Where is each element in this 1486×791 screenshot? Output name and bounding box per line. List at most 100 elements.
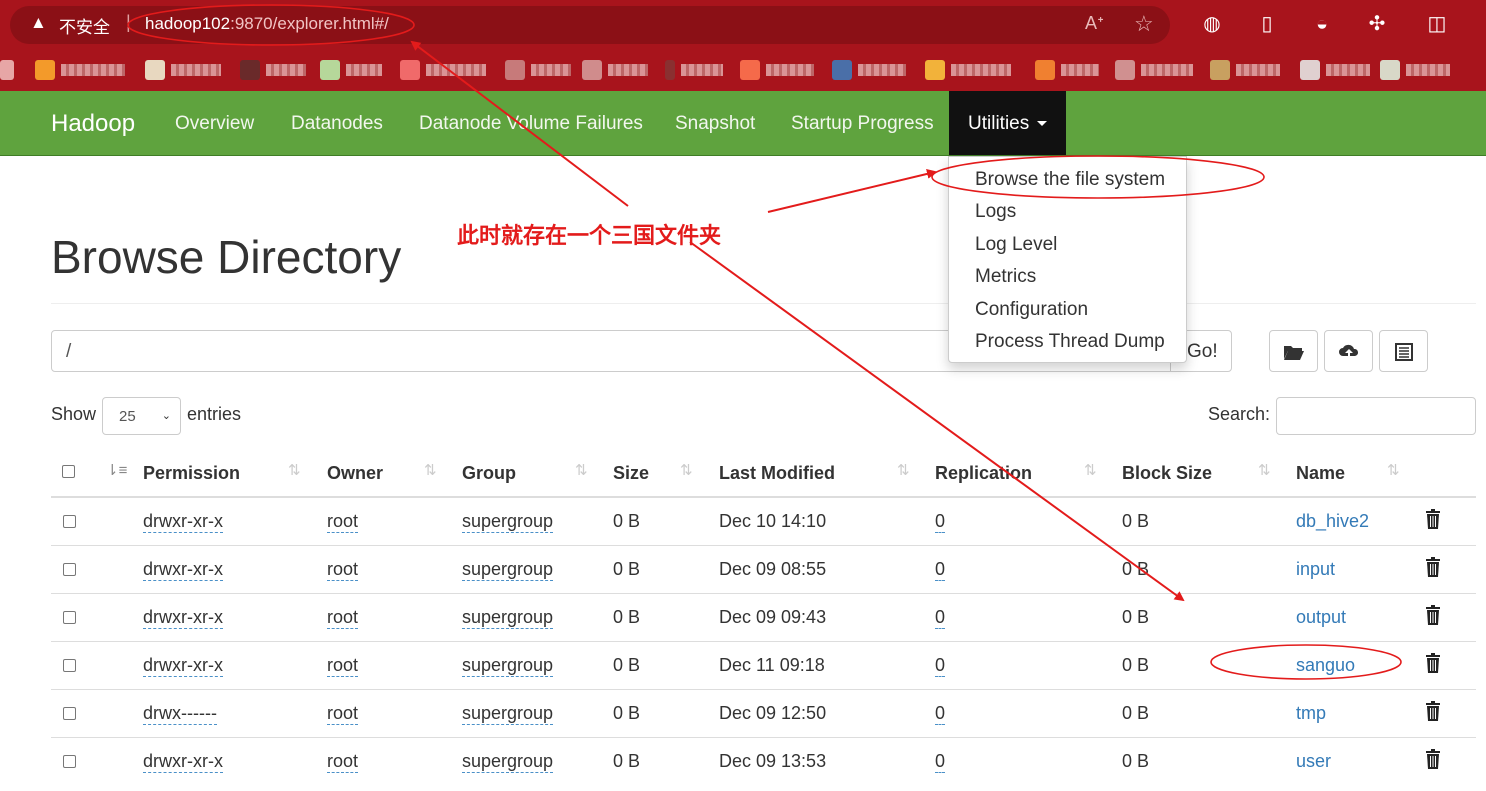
sort-icon[interactable]: ⇅: [1387, 461, 1400, 479]
cell-name-link[interactable]: output: [1296, 607, 1346, 628]
cell-name-link[interactable]: input: [1296, 559, 1335, 580]
cell-owner[interactable]: root: [327, 511, 359, 533]
menu-log-level[interactable]: Log Level: [975, 234, 1057, 256]
cell-owner[interactable]: root: [327, 703, 359, 725]
cell-replication[interactable]: 0: [935, 655, 946, 677]
cell-group[interactable]: supergroup: [462, 559, 554, 581]
sort-icon[interactable]: ⇂≡: [106, 461, 127, 479]
cell-replication[interactable]: 0: [935, 703, 946, 725]
cell-group[interactable]: supergroup: [462, 751, 554, 773]
header-replication[interactable]: Replication: [935, 463, 1032, 484]
trash-icon[interactable]: [1425, 701, 1441, 721]
cell-replication[interactable]: 0: [935, 751, 946, 773]
cell-replication[interactable]: 0: [935, 511, 946, 533]
menu-metrics[interactable]: Metrics: [975, 266, 1036, 288]
bookmark-item[interactable]: [1115, 59, 1193, 81]
bookmark-item[interactable]: [925, 59, 1011, 81]
trash-icon[interactable]: [1425, 653, 1441, 673]
bookmark-item[interactable]: [582, 59, 648, 81]
cell-permission[interactable]: drwxr-xr-x: [143, 751, 223, 773]
split-screen-icon[interactable]: ◫: [1425, 12, 1449, 36]
cell-owner[interactable]: root: [327, 559, 359, 581]
favorite-star-icon[interactable]: ☆: [1134, 11, 1154, 37]
sort-icon[interactable]: ⇅: [424, 461, 437, 479]
puzzle-icon[interactable]: ✣: [1365, 12, 1389, 36]
menu-process-thread-dump[interactable]: Process Thread Dump: [975, 331, 1165, 353]
bookmark-item[interactable]: [35, 59, 125, 81]
row-checkbox[interactable]: [63, 611, 76, 624]
nav-startup-progress[interactable]: Startup Progress: [791, 113, 934, 135]
nav-datanode-volume-failures[interactable]: Datanode Volume Failures: [419, 113, 643, 135]
header-permission[interactable]: Permission: [143, 463, 240, 484]
bookmark-item[interactable]: [400, 59, 486, 81]
search-input[interactable]: [1276, 397, 1476, 435]
document-icon[interactable]: ▯: [1255, 12, 1279, 36]
extension-globe-icon[interactable]: ◍: [1200, 12, 1224, 36]
bookmark-item[interactable]: [740, 59, 814, 81]
cell-name-link[interactable]: sanguo: [1296, 655, 1355, 676]
bookmark-item[interactable]: [1300, 59, 1370, 81]
read-aloud-icon[interactable]: Aᐩ: [1085, 13, 1104, 34]
header-name[interactable]: Name: [1296, 463, 1345, 484]
bookmark-item[interactable]: [145, 59, 221, 81]
select-all-checkbox[interactable]: [62, 465, 75, 478]
bookmark-item[interactable]: [1210, 59, 1280, 81]
trash-icon[interactable]: [1425, 509, 1441, 529]
row-checkbox[interactable]: [63, 707, 76, 720]
nav-overview[interactable]: Overview: [175, 113, 254, 135]
cell-group[interactable]: supergroup: [462, 607, 554, 629]
create-directory-button[interactable]: [1269, 330, 1318, 372]
menu-logs[interactable]: Logs: [975, 201, 1016, 223]
trash-icon[interactable]: [1425, 605, 1441, 625]
cell-owner[interactable]: root: [327, 751, 359, 773]
header-last-modified[interactable]: Last Modified: [719, 463, 835, 484]
header-owner[interactable]: Owner: [327, 463, 383, 484]
page-size-select[interactable]: 25 ⌄: [102, 397, 181, 435]
sort-icon[interactable]: ⇅: [1258, 461, 1271, 479]
nav-datanodes[interactable]: Datanodes: [291, 113, 383, 135]
row-checkbox[interactable]: [63, 515, 76, 528]
row-checkbox[interactable]: [63, 563, 76, 576]
header-size[interactable]: Size: [613, 463, 649, 484]
brand-logo[interactable]: Hadoop: [51, 110, 135, 138]
trash-icon[interactable]: [1425, 749, 1441, 769]
row-checkbox[interactable]: [63, 755, 76, 768]
cell-group[interactable]: supergroup: [462, 511, 554, 533]
security-label[interactable]: 不安全: [59, 13, 110, 38]
cell-name-link[interactable]: db_hive2: [1296, 511, 1369, 532]
bookmark-item[interactable]: [505, 59, 571, 81]
sort-icon[interactable]: ⇅: [897, 461, 910, 479]
sort-icon[interactable]: ⇅: [680, 461, 693, 479]
cell-owner[interactable]: root: [327, 607, 359, 629]
cell-group[interactable]: supergroup: [462, 655, 554, 677]
extension-icon[interactable]: ◒: [1310, 12, 1334, 36]
cut-paste-button[interactable]: [1379, 330, 1428, 372]
sort-icon[interactable]: ⇅: [1084, 461, 1097, 479]
menu-browse-file-system[interactable]: Browse the file system: [975, 169, 1165, 191]
bookmark-item[interactable]: [240, 59, 306, 81]
nav-utilities-dropdown[interactable]: Utilities: [949, 91, 1066, 155]
bookmark-item[interactable]: [1380, 59, 1450, 81]
warning-icon[interactable]: ▲: [30, 14, 50, 32]
header-group[interactable]: Group: [462, 463, 516, 484]
bookmark-item[interactable]: [320, 59, 382, 81]
bookmark-item[interactable]: [832, 59, 906, 81]
cell-group[interactable]: supergroup: [462, 703, 554, 725]
cell-permission[interactable]: drwxr-xr-x: [143, 511, 223, 533]
sort-icon[interactable]: ⇅: [288, 461, 301, 479]
header-block-size[interactable]: Block Size: [1122, 463, 1212, 484]
cell-name-link[interactable]: user: [1296, 751, 1331, 772]
cell-name-link[interactable]: tmp: [1296, 703, 1326, 724]
cell-permission[interactable]: drwx------: [143, 703, 217, 725]
nav-snapshot[interactable]: Snapshot: [675, 113, 755, 135]
cell-owner[interactable]: root: [327, 655, 359, 677]
cell-permission[interactable]: drwxr-xr-x: [143, 607, 223, 629]
sort-icon[interactable]: ⇅: [575, 461, 588, 479]
cell-replication[interactable]: 0: [935, 607, 946, 629]
url-text[interactable]: hadoop102:9870/explorer.html#/: [145, 14, 389, 34]
cell-permission[interactable]: drwxr-xr-x: [143, 559, 223, 581]
cell-replication[interactable]: 0: [935, 559, 946, 581]
trash-icon[interactable]: [1425, 557, 1441, 577]
upload-button[interactable]: [1324, 330, 1373, 372]
row-checkbox[interactable]: [63, 659, 76, 672]
